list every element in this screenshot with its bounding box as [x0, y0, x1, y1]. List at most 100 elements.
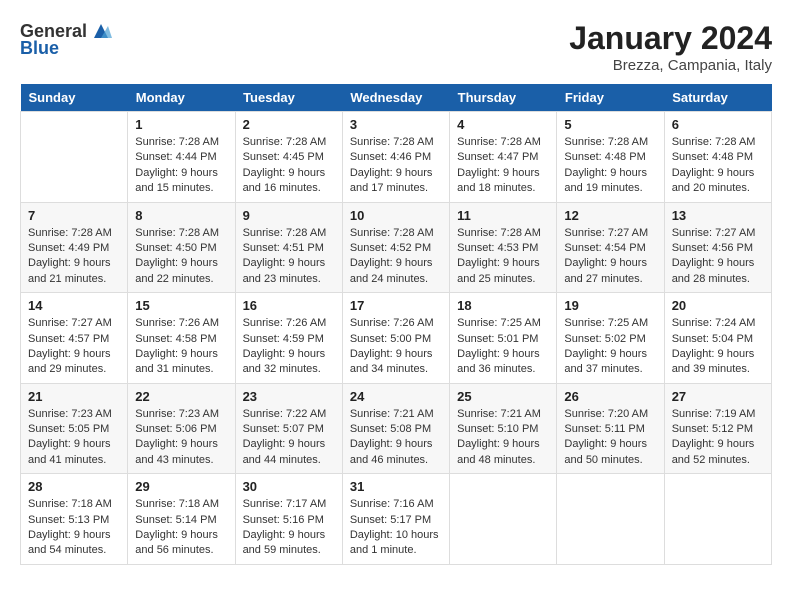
- calendar-cell: 20 Sunrise: 7:24 AMSunset: 5:04 PMDayligh…: [664, 293, 771, 384]
- day-number: 3: [350, 117, 442, 132]
- day-number: 21: [28, 389, 120, 404]
- calendar-cell: 10Sunrise: 7:28 AMSunset: 4:52 PMDayligh…: [342, 202, 449, 293]
- calendar-table: SundayMondayTuesdayWednesdayThursdayFrid…: [20, 84, 772, 565]
- day-number: 29: [135, 479, 227, 494]
- day-number: 17: [350, 298, 442, 313]
- day-info: Sunrise: 7:28 AMSunset: 4:47 PMDaylight:…: [457, 135, 549, 197]
- calendar-week-row: 14 Sunrise: 7:27 AMSunset: 4:57 PMDayligh…: [21, 293, 772, 384]
- day-number: 15: [135, 298, 227, 313]
- day-number: 18: [457, 298, 549, 313]
- weekday-header-cell: Friday: [557, 84, 664, 112]
- day-number: 9: [243, 208, 335, 223]
- day-number: 23: [243, 389, 335, 404]
- calendar-cell: 12 Sunrise: 7:27 AMSunset: 4:54 PMDayligh…: [557, 202, 664, 293]
- weekday-header-cell: Monday: [128, 84, 235, 112]
- day-number: 31: [350, 479, 442, 494]
- day-info: Sunrise: 7:28 AMSunset: 4:52 PMDaylight:…: [350, 226, 442, 288]
- weekday-header-cell: Wednesday: [342, 84, 449, 112]
- day-info: Sunrise: 7:28 AMSunset: 4:44 PMDaylight:…: [135, 135, 227, 197]
- weekday-header-cell: Saturday: [664, 84, 771, 112]
- calendar-cell: 25 Sunrise: 7:21 AMSunset: 5:10 PMDayligh…: [450, 383, 557, 474]
- calendar-cell: 23 Sunrise: 7:22 AMSunset: 5:07 PMDayligh…: [235, 383, 342, 474]
- day-info: Sunrise: 7:26 AMSunset: 5:00 PMDaylight:…: [350, 316, 442, 378]
- day-number: 14: [28, 298, 120, 313]
- day-number: 16: [243, 298, 335, 313]
- day-info: Sunrise: 7:21 AMSunset: 5:10 PMDaylight:…: [457, 407, 549, 469]
- day-number: 12: [564, 208, 656, 223]
- day-info: Sunrise: 7:24 AMSunset: 5:04 PMDaylight:…: [672, 316, 764, 378]
- calendar-cell: 24Sunrise: 7:21 AMSunset: 5:08 PMDayligh…: [342, 383, 449, 474]
- weekday-header-cell: Sunday: [21, 84, 128, 112]
- weekday-header-row: SundayMondayTuesdayWednesdayThursdayFrid…: [21, 84, 772, 112]
- day-number: 5: [564, 117, 656, 132]
- day-info: Sunrise: 7:18 AMSunset: 5:14 PMDaylight:…: [135, 497, 227, 559]
- day-number: 25: [457, 389, 549, 404]
- calendar-cell: [557, 474, 664, 565]
- day-number: 27: [672, 389, 764, 404]
- calendar-cell: 28 Sunrise: 7:18 AMSunset: 5:13 PMDayligh…: [21, 474, 128, 565]
- calendar-cell: 4 Sunrise: 7:28 AMSunset: 4:47 PMDaylight…: [450, 112, 557, 203]
- day-info: Sunrise: 7:26 AMSunset: 4:59 PMDaylight:…: [243, 316, 335, 378]
- day-info: Sunrise: 7:17 AMSunset: 5:16 PMDaylight:…: [243, 497, 335, 559]
- day-info: Sunrise: 7:28 AMSunset: 4:49 PMDaylight:…: [28, 226, 120, 288]
- day-number: 2: [243, 117, 335, 132]
- day-info: Sunrise: 7:27 AMSunset: 4:54 PMDaylight:…: [564, 226, 656, 288]
- day-info: Sunrise: 7:20 AMSunset: 5:11 PMDaylight:…: [564, 407, 656, 469]
- weekday-header-cell: Thursday: [450, 84, 557, 112]
- day-number: 22: [135, 389, 227, 404]
- day-info: Sunrise: 7:28 AMSunset: 4:51 PMDaylight:…: [243, 226, 335, 288]
- day-info: Sunrise: 7:25 AMSunset: 5:01 PMDaylight:…: [457, 316, 549, 378]
- calendar-cell: 6Sunrise: 7:28 AMSunset: 4:48 PMDaylight…: [664, 112, 771, 203]
- calendar-week-row: 28 Sunrise: 7:18 AMSunset: 5:13 PMDayligh…: [21, 474, 772, 565]
- day-info: Sunrise: 7:18 AMSunset: 5:13 PMDaylight:…: [28, 497, 120, 559]
- calendar-cell: 18 Sunrise: 7:25 AMSunset: 5:01 PMDayligh…: [450, 293, 557, 384]
- calendar-cell: 2Sunrise: 7:28 AMSunset: 4:45 PMDaylight…: [235, 112, 342, 203]
- day-info: Sunrise: 7:23 AMSunset: 5:06 PMDaylight:…: [135, 407, 227, 469]
- calendar-cell: 21Sunrise: 7:23 AMSunset: 5:05 PMDayligh…: [21, 383, 128, 474]
- calendar-cell: 9 Sunrise: 7:28 AMSunset: 4:51 PMDaylight…: [235, 202, 342, 293]
- calendar-cell: 16 Sunrise: 7:26 AMSunset: 4:59 PMDayligh…: [235, 293, 342, 384]
- day-number: 8: [135, 208, 227, 223]
- calendar-cell: 3 Sunrise: 7:28 AMSunset: 4:46 PMDaylight…: [342, 112, 449, 203]
- day-number: 24: [350, 389, 442, 404]
- day-info: Sunrise: 7:28 AMSunset: 4:46 PMDaylight:…: [350, 135, 442, 197]
- page-header: General Blue January 2024 Brezza, Campan…: [20, 20, 772, 74]
- calendar-cell: 15Sunrise: 7:26 AMSunset: 4:58 PMDayligh…: [128, 293, 235, 384]
- calendar-body: 1 Sunrise: 7:28 AMSunset: 4:44 PMDaylight…: [21, 112, 772, 565]
- calendar-cell: [450, 474, 557, 565]
- calendar-cell: 19 Sunrise: 7:25 AMSunset: 5:02 PMDayligh…: [557, 293, 664, 384]
- day-number: 30: [243, 479, 335, 494]
- calendar-cell: 1 Sunrise: 7:28 AMSunset: 4:44 PMDaylight…: [128, 112, 235, 203]
- day-number: 20: [672, 298, 764, 313]
- day-info: Sunrise: 7:27 AMSunset: 4:56 PMDaylight:…: [672, 226, 764, 288]
- calendar-cell: 22 Sunrise: 7:23 AMSunset: 5:06 PMDayligh…: [128, 383, 235, 474]
- day-info: Sunrise: 7:25 AMSunset: 5:02 PMDaylight:…: [564, 316, 656, 378]
- calendar-cell: 5 Sunrise: 7:28 AMSunset: 4:48 PMDaylight…: [557, 112, 664, 203]
- calendar-cell: [21, 112, 128, 203]
- calendar-cell: 14 Sunrise: 7:27 AMSunset: 4:57 PMDayligh…: [21, 293, 128, 384]
- day-info: Sunrise: 7:19 AMSunset: 5:12 PMDaylight:…: [672, 407, 764, 469]
- calendar-week-row: 7 Sunrise: 7:28 AMSunset: 4:49 PMDaylight…: [21, 202, 772, 293]
- calendar-cell: 27 Sunrise: 7:19 AMSunset: 5:12 PMDayligh…: [664, 383, 771, 474]
- day-number: 7: [28, 208, 120, 223]
- calendar-week-row: 1 Sunrise: 7:28 AMSunset: 4:44 PMDaylight…: [21, 112, 772, 203]
- day-info: Sunrise: 7:28 AMSunset: 4:48 PMDaylight:…: [672, 135, 764, 197]
- day-info: Sunrise: 7:22 AMSunset: 5:07 PMDaylight:…: [243, 407, 335, 469]
- day-number: 28: [28, 479, 120, 494]
- day-info: Sunrise: 7:27 AMSunset: 4:57 PMDaylight:…: [28, 316, 120, 378]
- location-subtitle: Brezza, Campania, Italy: [569, 57, 772, 74]
- calendar-cell: 30 Sunrise: 7:17 AMSunset: 5:16 PMDayligh…: [235, 474, 342, 565]
- day-number: 19: [564, 298, 656, 313]
- calendar-cell: 29 Sunrise: 7:18 AMSunset: 5:14 PMDayligh…: [128, 474, 235, 565]
- day-info: Sunrise: 7:28 AMSunset: 4:50 PMDaylight:…: [135, 226, 227, 288]
- day-number: 1: [135, 117, 227, 132]
- day-number: 4: [457, 117, 549, 132]
- calendar-cell: 26Sunrise: 7:20 AMSunset: 5:11 PMDayligh…: [557, 383, 664, 474]
- calendar-week-row: 21Sunrise: 7:23 AMSunset: 5:05 PMDayligh…: [21, 383, 772, 474]
- month-year-title: January 2024: [569, 20, 772, 57]
- calendar-cell: 11Sunrise: 7:28 AMSunset: 4:53 PMDayligh…: [450, 202, 557, 293]
- weekday-header-cell: Tuesday: [235, 84, 342, 112]
- logo-icon: [90, 20, 112, 42]
- calendar-cell: 7 Sunrise: 7:28 AMSunset: 4:49 PMDaylight…: [21, 202, 128, 293]
- day-info: Sunrise: 7:28 AMSunset: 4:48 PMDaylight:…: [564, 135, 656, 197]
